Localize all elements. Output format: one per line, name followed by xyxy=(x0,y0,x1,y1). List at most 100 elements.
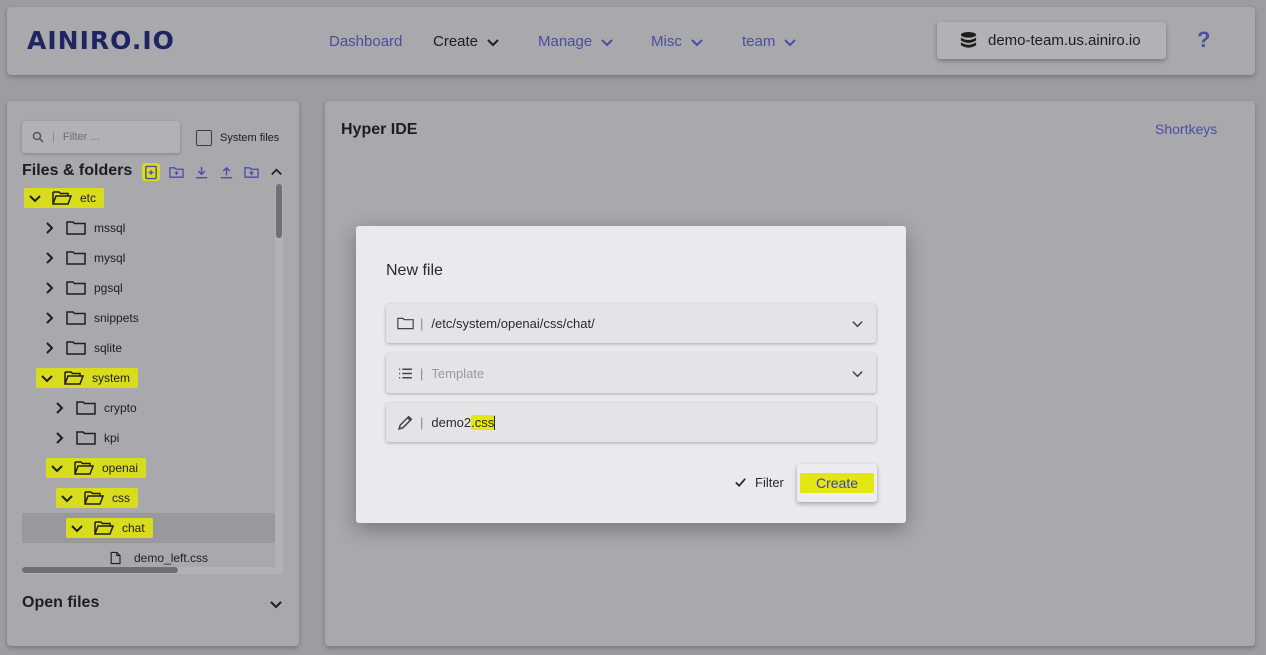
tree-vertical-scrollbar[interactable] xyxy=(275,184,283,569)
tree-label: etc xyxy=(80,191,97,205)
tree-folder-mysql[interactable]: mysql xyxy=(22,243,276,273)
chevron-right-icon[interactable] xyxy=(42,311,56,325)
database-icon xyxy=(960,31,977,48)
svg-text:AINIRO.IO: AINIRO.IO xyxy=(27,26,175,54)
tree-folder-snippets[interactable]: snippets xyxy=(22,303,276,333)
nav-dashboard-label: Dashboard xyxy=(329,33,403,50)
check-icon xyxy=(735,478,746,487)
open-files-title[interactable]: Open files xyxy=(22,594,99,612)
chevron-down-icon xyxy=(487,38,499,46)
tree-label: kpi xyxy=(104,431,120,445)
filter-input[interactable]: | Filter ... xyxy=(22,121,180,153)
folder-icon xyxy=(76,431,96,445)
file-icon xyxy=(110,551,121,565)
system-files-checkbox[interactable] xyxy=(196,130,212,146)
folder-open-icon xyxy=(52,191,72,205)
dialog-title: New file xyxy=(386,262,443,279)
tree-horizontal-scroll-thumb[interactable] xyxy=(22,567,178,573)
filter-toggle[interactable]: Filter xyxy=(734,475,784,490)
chevron-down-icon xyxy=(852,371,863,378)
tree-folder-crypto[interactable]: crypto xyxy=(22,393,276,423)
filename-value-prefix: demo2 xyxy=(431,415,472,430)
template-placeholder: Template xyxy=(431,366,485,381)
tree-label: openai xyxy=(102,461,139,475)
chevron-down-icon xyxy=(784,38,797,46)
tree-label: css xyxy=(112,491,130,505)
chevron-down-icon[interactable] xyxy=(70,521,84,535)
chevron-down-icon[interactable] xyxy=(50,461,64,475)
chevron-down-icon[interactable] xyxy=(269,597,283,611)
nav-create[interactable]: Create xyxy=(433,33,500,50)
collapse-icon[interactable] xyxy=(267,163,285,181)
help-icon[interactable]: ? xyxy=(1197,27,1210,53)
filename-value-extension: .css xyxy=(471,414,496,431)
filter-label: Filter xyxy=(755,475,784,490)
chevron-right-icon[interactable] xyxy=(52,401,66,415)
folder-icon xyxy=(66,221,86,235)
chevron-down-icon xyxy=(601,38,613,46)
tree-folder-openai[interactable]: openai xyxy=(22,453,276,483)
shortkeys-link[interactable]: Shortkeys xyxy=(1155,121,1217,137)
folder-open-icon xyxy=(94,521,114,535)
new-folder-icon[interactable] xyxy=(167,163,185,181)
file-toolbar xyxy=(142,163,285,181)
upload-icon[interactable] xyxy=(217,163,235,181)
chevron-right-icon[interactable] xyxy=(42,251,56,265)
chevron-right-icon[interactable] xyxy=(42,341,56,355)
folder-icon xyxy=(66,251,86,265)
tree-folder-pgsql[interactable]: pgsql xyxy=(22,273,276,303)
tree-label: sqlite xyxy=(94,341,123,355)
tree-folder-chat[interactable]: chat xyxy=(22,513,276,543)
tree-vertical-scroll-thumb[interactable] xyxy=(276,184,282,238)
folder-select[interactable]: | /etc/system/openai/css/chat/ xyxy=(386,304,876,343)
server-label: demo-team.us.ainiro.io xyxy=(988,32,1141,49)
tree-file-demo-left-css[interactable]: demo_left.css xyxy=(22,543,276,569)
server-selector-button[interactable]: demo-team.us.ainiro.io xyxy=(937,22,1166,59)
ainiro-logo[interactable]: AINIRO.IO xyxy=(27,26,199,54)
tree-folder-sqlite[interactable]: sqlite xyxy=(22,333,276,363)
chevron-down-icon[interactable] xyxy=(60,491,74,505)
download-icon[interactable] xyxy=(192,163,210,181)
nav-manage[interactable]: Manage xyxy=(538,33,614,50)
new-file-icon[interactable] xyxy=(142,163,160,181)
tree-folder-kpi[interactable]: kpi xyxy=(22,423,276,453)
nav-misc[interactable]: Misc xyxy=(651,33,704,50)
tree-label: snippets xyxy=(94,311,139,325)
nav-create-label: Create xyxy=(433,33,479,50)
chevron-right-icon[interactable] xyxy=(42,281,56,295)
list-icon xyxy=(399,368,412,379)
filter-placeholder: Filter ... xyxy=(62,131,100,143)
folder-icon xyxy=(66,341,86,355)
tree-label: mssql xyxy=(94,221,126,235)
folder-icon xyxy=(66,311,86,325)
file-explorer-panel: | Filter ... System files Files & folder… xyxy=(7,101,299,646)
chevron-down-icon[interactable] xyxy=(28,191,42,205)
tree-label: system xyxy=(92,371,131,385)
chevron-right-icon[interactable] xyxy=(42,221,56,235)
chevron-right-icon[interactable] xyxy=(52,431,66,445)
tree-folder-etc[interactable]: etc xyxy=(22,183,276,213)
create-button[interactable]: Create xyxy=(797,464,877,502)
tree-label: mysql xyxy=(94,251,126,265)
system-files-toggle[interactable]: System files xyxy=(196,130,279,146)
filename-input[interactable]: | demo2 .css xyxy=(386,403,876,442)
tree-label: crypto xyxy=(104,401,137,415)
folder-icon xyxy=(76,401,96,415)
template-select[interactable]: | Template xyxy=(386,354,876,393)
tree-folder-system[interactable]: system xyxy=(22,363,276,393)
nav-team[interactable]: team xyxy=(742,33,797,50)
upload-folder-icon[interactable] xyxy=(242,163,260,181)
tree-folder-css[interactable]: css xyxy=(22,483,276,513)
new-file-dialog: New file | /etc/system/openai/css/chat/ … xyxy=(356,226,906,523)
nav-misc-label: Misc xyxy=(651,33,682,50)
chevron-down-icon[interactable] xyxy=(40,371,54,385)
top-bar: AINIRO.IO Dashboard Create Manage Misc t… xyxy=(7,7,1255,75)
files-folders-title: Files & folders xyxy=(22,162,133,179)
tree-folder-mssql[interactable]: mssql xyxy=(22,213,276,243)
folder-icon xyxy=(397,317,414,330)
pencil-icon xyxy=(398,415,413,430)
system-files-label: System files xyxy=(220,132,280,144)
create-button-label: Create xyxy=(799,473,875,493)
folder-open-icon xyxy=(84,491,104,505)
nav-dashboard[interactable]: Dashboard xyxy=(329,33,402,50)
